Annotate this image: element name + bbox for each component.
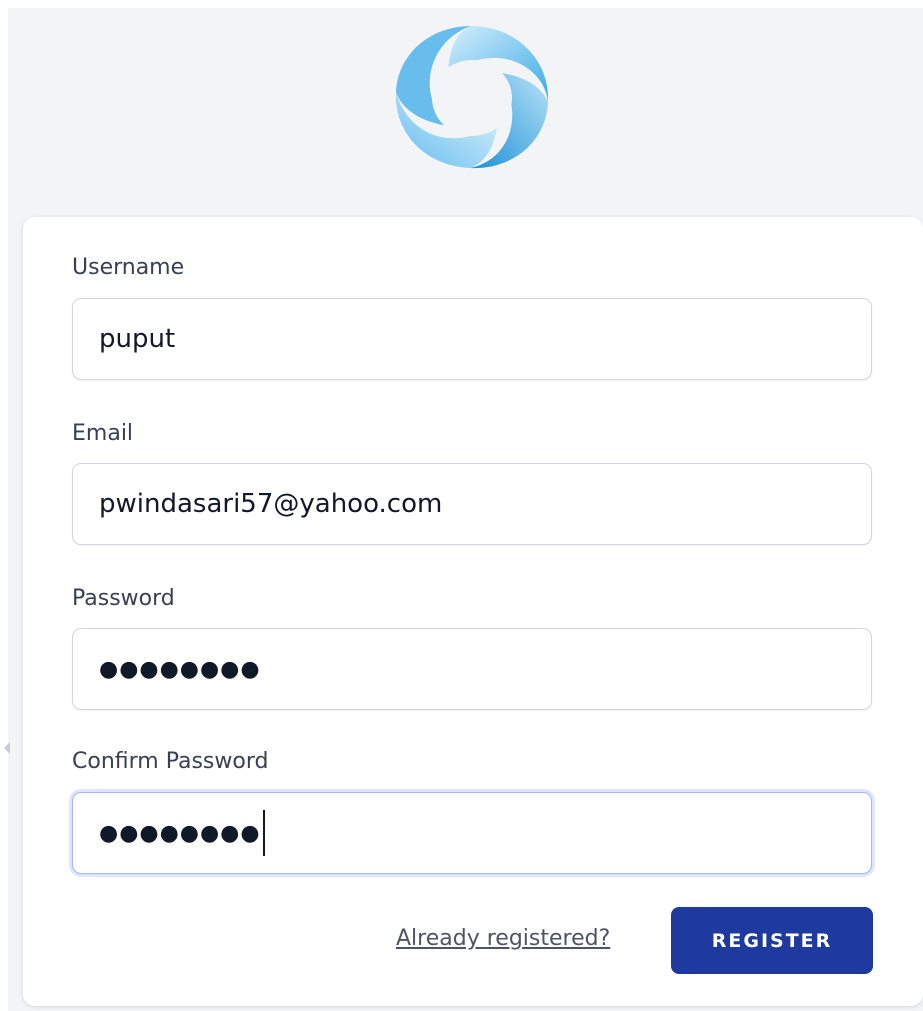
side-marker [4,742,10,754]
password-value: ●●●●●●●● [99,656,261,682]
password-label: Password [72,586,175,611]
register-page: Username puput Email pwindasari57@yahoo.… [0,0,923,1011]
username-input[interactable]: puput [72,298,872,380]
username-value: puput [99,324,176,354]
swirl-logo-icon [395,26,549,169]
password-input[interactable]: ●●●●●●●● [72,628,872,710]
register-button[interactable]: REGISTER [671,907,873,974]
confirm-password-label: Confirm Password [72,749,269,774]
text-caret [262,810,265,856]
confirm-password-value: ●●●●●●●● [99,820,261,846]
confirm-password-input[interactable]: ●●●●●●●● [72,792,872,874]
email-value: pwindasari57@yahoo.com [99,489,443,519]
email-input[interactable]: pwindasari57@yahoo.com [72,463,872,545]
already-registered-link[interactable]: Already registered? [396,926,610,951]
email-label: Email [72,421,134,446]
username-label: Username [72,255,185,280]
